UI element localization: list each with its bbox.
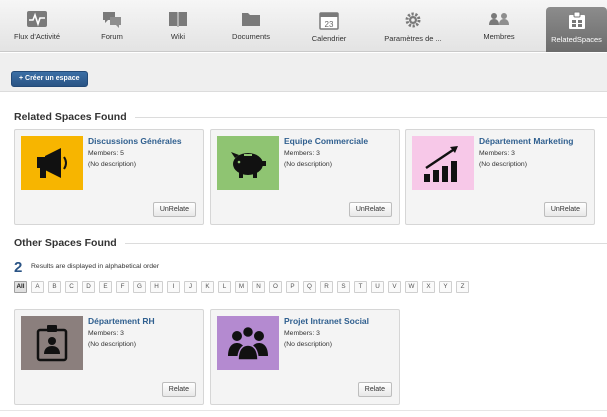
space-members: Members: 5 (88, 150, 124, 157)
space-description: (No description) (284, 341, 332, 348)
nav-label: Forum (101, 32, 123, 41)
space-description: (No description) (88, 161, 136, 168)
id-badge-icon (36, 325, 68, 362)
nav-item-membres[interactable]: Membres (468, 0, 530, 52)
space-name-link[interactable]: Projet Intranet Social (284, 316, 369, 326)
space-thumbnail (412, 136, 474, 190)
unrelate-button[interactable]: UnRelate (348, 202, 392, 217)
alphabet-filter-c[interactable]: C (65, 281, 78, 293)
alphabet-filter-n[interactable]: N (252, 281, 265, 293)
space-name-link[interactable]: Département RH (88, 316, 155, 326)
folder-icon (242, 13, 260, 26)
alphabet-filter-h[interactable]: H (150, 281, 163, 293)
nav-label: Documents (232, 32, 270, 41)
forum-icon (103, 12, 121, 28)
page-bottom-divider (0, 410, 607, 411)
related-space-card: Discussions Générales Members: 5 (No des… (14, 129, 204, 225)
space-members: Members: 3 (88, 330, 124, 337)
nav-label: Calendrier (311, 34, 347, 43)
unrelate-button[interactable]: UnRelate (152, 202, 196, 217)
alphabet-filter-v[interactable]: V (388, 281, 401, 293)
related-space-card: Equipe Commerciale Members: 3 (No descri… (210, 129, 400, 225)
space-members: Members: 3 (284, 150, 320, 157)
nav-label: Paramètres de ... (384, 34, 442, 43)
alphabet-filter-o[interactable]: O (269, 281, 282, 293)
calendar-icon: 23 (319, 12, 339, 30)
alphabet-filter-y[interactable]: Y (439, 281, 452, 293)
group-people-icon (228, 325, 268, 361)
alphabet-filter-j[interactable]: J (184, 281, 197, 293)
alphabet-filter-p[interactable]: P (286, 281, 299, 293)
relate-button[interactable]: Relate (161, 382, 196, 397)
space-description: (No description) (284, 161, 332, 168)
nav-item-flux[interactable]: Flux d'Activité (6, 0, 68, 52)
nav-item-wiki[interactable]: Wiki (152, 0, 204, 52)
megaphone-icon (37, 148, 67, 178)
wiki-book-icon (169, 12, 187, 27)
related-space-card: Département Marketing Members: 3 (No des… (405, 129, 595, 225)
alphabet-filter-x[interactable]: X (422, 281, 435, 293)
result-note: Results are displayed in alphabetical or… (31, 263, 160, 270)
alphabet-filter-k[interactable]: K (201, 281, 214, 293)
nav-item-parametres[interactable]: Paramètres de ... (376, 0, 450, 52)
result-count: 2 (14, 259, 23, 276)
alphabet-filter-g[interactable]: G (133, 281, 146, 293)
alphabet-filter-all[interactable]: All (14, 281, 27, 293)
alphabet-filter-w[interactable]: W (405, 281, 418, 293)
alphabet-filter-s[interactable]: S (337, 281, 350, 293)
space-description: (No description) (88, 341, 136, 348)
alphabet-filter-q[interactable]: Q (303, 281, 316, 293)
members-icon (489, 13, 509, 25)
growth-chart-icon (424, 146, 458, 182)
alphabet-filter-d[interactable]: D (82, 281, 95, 293)
other-space-card: Département RH Members: 3 (No descriptio… (14, 309, 204, 405)
piggy-bank-icon (231, 152, 266, 178)
related-spaces-title: Related Spaces Found (14, 111, 135, 123)
nav-label: Flux d'Activité (13, 32, 61, 41)
alphabet-filter-a[interactable]: A (31, 281, 44, 293)
space-thumbnail (21, 136, 83, 190)
nav-label: RelatedSpaces (551, 35, 602, 44)
unrelate-button[interactable]: UnRelate (543, 202, 587, 217)
alphabet-filter-t[interactable]: T (354, 281, 367, 293)
alphabet-filter-b[interactable]: B (48, 281, 61, 293)
space-thumbnail (217, 316, 279, 370)
nav-label: Wiki (170, 32, 186, 41)
alphabet-filter-l[interactable]: L (218, 281, 231, 293)
space-thumbnail (217, 136, 279, 190)
alphabet-filter-u[interactable]: U (371, 281, 384, 293)
alphabet-filter-r[interactable]: R (320, 281, 333, 293)
nav-label: Membres (483, 32, 515, 41)
nav-item-related-spaces[interactable]: RelatedSpaces (546, 7, 607, 52)
space-members: Members: 3 (284, 330, 320, 337)
nav-item-documents[interactable]: Documents (220, 0, 282, 52)
related-spaces-icon (568, 11, 585, 29)
space-name-link[interactable]: Equipe Commerciale (284, 136, 368, 146)
relate-button[interactable]: Relate (357, 382, 392, 397)
nav-item-calendrier[interactable]: 23 Calendrier (298, 0, 360, 52)
other-spaces-title: Other Spaces Found (14, 237, 125, 249)
calendar-day: 23 (325, 20, 334, 29)
alphabet-filter-f[interactable]: F (116, 281, 129, 293)
alphabet-filter-z[interactable]: Z (456, 281, 469, 293)
activity-stream-icon (27, 11, 47, 27)
space-members: Members: 3 (479, 150, 515, 157)
space-name-link[interactable]: Département Marketing (479, 136, 573, 146)
gear-icon (405, 12, 421, 28)
space-name-link[interactable]: Discussions Générales (88, 136, 182, 146)
toolbar: + Créer un espace (0, 53, 607, 92)
space-description: (No description) (479, 161, 527, 168)
alphabet-filter-e[interactable]: E (99, 281, 112, 293)
nav-item-forum[interactable]: Forum (84, 0, 140, 52)
space-thumbnail (21, 316, 83, 370)
other-space-card: Projet Intranet Social Members: 3 (No de… (210, 309, 400, 405)
alphabet-filter-m[interactable]: M (235, 281, 248, 293)
create-space-button[interactable]: + Créer un espace (11, 71, 88, 87)
top-navigation: Flux d'Activité Forum Wiki Documents 23 … (0, 0, 607, 52)
alphabet-filter-i[interactable]: I (167, 281, 180, 293)
